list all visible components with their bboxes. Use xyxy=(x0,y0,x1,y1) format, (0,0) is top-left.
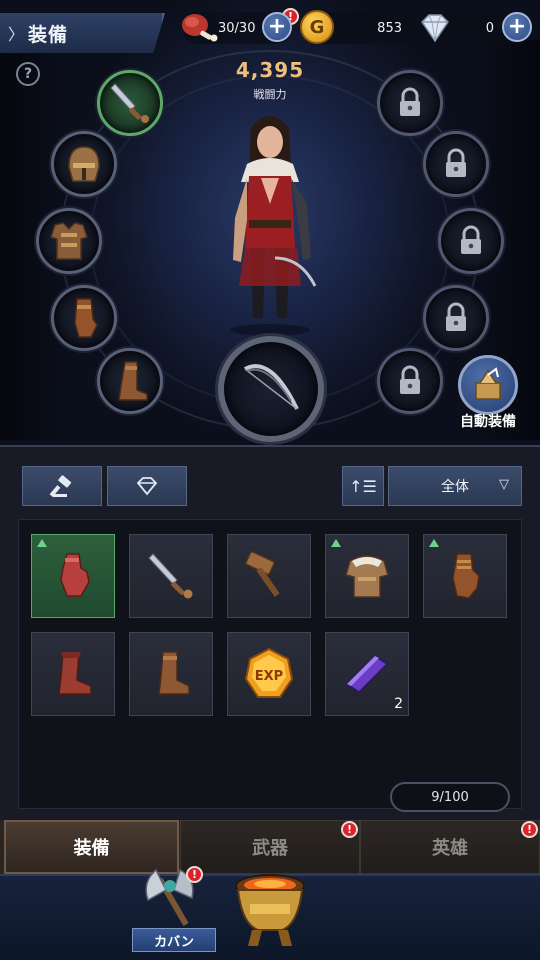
filter-gem-button[interactable] xyxy=(107,466,187,506)
tab-label: 武器 xyxy=(252,838,288,859)
bow-icon xyxy=(244,364,299,410)
helmet-icon xyxy=(68,146,100,182)
glove-icon xyxy=(452,553,480,599)
item-purple-ingot[interactable]: 2 xyxy=(325,632,409,716)
hero-character xyxy=(230,116,317,336)
item-fur-chest-armor[interactable] xyxy=(325,534,409,618)
combat-power-value: 4,395 xyxy=(235,58,305,82)
nav-forge-button[interactable] xyxy=(228,864,312,960)
item-quantity: 2 xyxy=(394,696,403,712)
page-header[interactable]: 〉 装備 xyxy=(0,13,165,53)
boot-icon xyxy=(58,651,92,695)
chest-armor-icon xyxy=(345,555,389,598)
tab-alert-badge: ! xyxy=(521,821,538,838)
slot-boots[interactable] xyxy=(97,348,163,414)
dagger-icon xyxy=(110,83,149,123)
page-title: 装備 xyxy=(28,23,69,46)
dagger-icon xyxy=(148,553,193,599)
auto-equip-button[interactable]: 自動装備 xyxy=(452,355,524,430)
inventory-panel: ↑☰ 全体 ▽ EXP 2 9/100 xyxy=(0,445,540,820)
slot-helmet[interactable] xyxy=(51,131,117,197)
boot-icon xyxy=(158,651,190,695)
item-crystal-dagger[interactable] xyxy=(129,534,213,618)
slot-locked-2[interactable] xyxy=(423,131,489,197)
bag-alert-badge: ! xyxy=(186,866,203,883)
item-brown-boots[interactable] xyxy=(129,632,213,716)
stamina-value: 30/30 xyxy=(218,20,256,36)
slot-locked-3[interactable] xyxy=(438,208,504,274)
armor-icon xyxy=(50,222,88,260)
svg-text:EXP: EXP xyxy=(255,669,283,684)
item-red-boots[interactable] xyxy=(31,632,115,716)
lock-icon xyxy=(400,365,420,394)
nav-bag-button[interactable]: ! カバン xyxy=(128,862,220,958)
auto-equip-icon-wrap xyxy=(458,355,518,415)
lock-icon xyxy=(446,302,466,331)
exp-stone-icon: EXP xyxy=(244,647,294,698)
gem-value: 0 xyxy=(485,20,494,36)
slot-locked-5[interactable] xyxy=(377,348,443,414)
nav-bag-label: カバン xyxy=(132,928,216,952)
hammer-icon xyxy=(245,551,280,597)
gold-counter: G 853 xyxy=(300,10,412,44)
boot-icon xyxy=(118,361,148,401)
tab-alert-badge: ! xyxy=(341,821,358,838)
upgrade-arrow-icon xyxy=(429,539,439,547)
combat-power-label: 戦闘力 xyxy=(253,88,287,101)
filter-equipment-button[interactable] xyxy=(22,466,102,506)
add-gems-button[interactable]: + xyxy=(502,12,532,42)
tab-heroes[interactable]: 英雄 ! xyxy=(360,820,540,874)
lock-icon xyxy=(400,87,420,116)
diamond-icon xyxy=(421,14,449,43)
category-selected-label: 全体 xyxy=(441,479,469,495)
meat-icon xyxy=(182,14,218,42)
upgrade-arrow-icon xyxy=(331,539,341,547)
gold-coin-icon: G xyxy=(300,10,334,44)
back-icon[interactable]: 〉 xyxy=(8,21,24,45)
slot-locked-4[interactable] xyxy=(423,285,489,351)
slot-gloves[interactable] xyxy=(51,285,117,351)
item-bracer-glove[interactable] xyxy=(423,534,507,618)
auto-equip-label: 自動装備 xyxy=(460,414,516,430)
item-leather-glove[interactable] xyxy=(31,534,115,618)
inventory-capacity: 9/100 xyxy=(390,782,510,812)
armor-box-icon xyxy=(475,367,501,400)
ingot-icon xyxy=(345,655,389,693)
slot-weapon[interactable] xyxy=(218,336,324,442)
red-glove-icon xyxy=(60,553,90,597)
category-select[interactable]: 全体 ▽ xyxy=(388,466,522,506)
gold-coin-symbol: G xyxy=(309,16,325,38)
slot-locked-1[interactable] xyxy=(377,70,443,136)
upgrade-arrow-icon xyxy=(37,539,47,547)
tab-label: 英雄 xyxy=(432,838,468,859)
item-wooden-hammer[interactable] xyxy=(227,534,311,618)
slot-armor[interactable] xyxy=(36,208,102,274)
lock-icon xyxy=(461,225,481,254)
gold-value: 853 xyxy=(377,20,402,36)
chevron-down-icon: ▽ xyxy=(499,477,509,492)
bottom-nav: ! カバン xyxy=(0,866,540,960)
lock-icon xyxy=(446,148,466,177)
sort-button[interactable]: ↑☰ xyxy=(342,466,384,506)
forge-cauldron-icon xyxy=(235,874,305,946)
character-stage: 〉 装備 ? 30/30 ! + G 853 0 + 4,395 戦闘力 自動装… xyxy=(0,0,540,445)
add-stamina-button[interactable]: + xyxy=(262,12,292,42)
tab-label: 装備 xyxy=(73,838,110,859)
hammer-icon xyxy=(49,475,72,497)
item-grid: EXP 2 xyxy=(18,519,522,809)
item-exp-stone[interactable]: EXP xyxy=(227,632,311,716)
slot-dagger[interactable] xyxy=(97,70,163,136)
glove-icon xyxy=(74,298,98,338)
diamond-icon xyxy=(136,477,158,496)
